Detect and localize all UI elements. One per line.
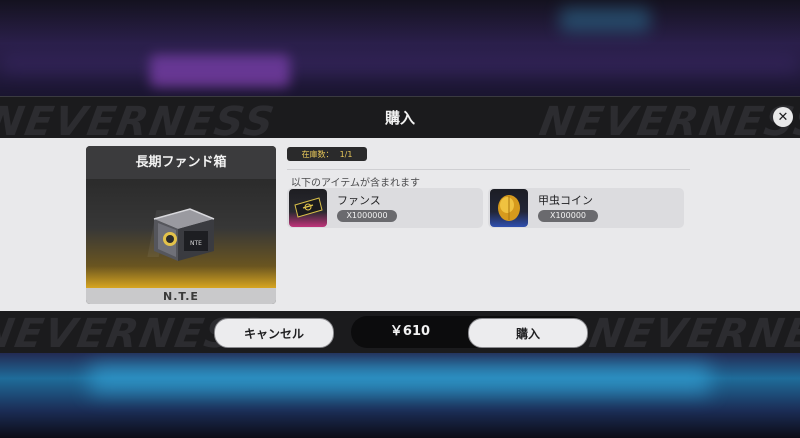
bg-glow <box>90 364 710 394</box>
buy-button[interactable]: 購入 <box>468 318 588 348</box>
stock-badge: 在庫数： 1/1 <box>287 147 367 161</box>
background-bottom <box>0 346 800 438</box>
product-art: N NTE <box>86 179 276 288</box>
stock-label: 在庫数： <box>301 149 334 159</box>
product-brand: N.T.E <box>86 288 276 304</box>
bg-glow <box>560 8 650 32</box>
fans-ticket-icon <box>289 189 327 227</box>
dialog-title: 購入 <box>384 109 415 127</box>
loot-box-icon: NTE <box>153 208 215 261</box>
stock-value: 1/1 <box>339 149 353 159</box>
price: ￥610 <box>389 324 431 339</box>
product-card: 長期ファンド箱 N NTE N.T.E <box>86 146 276 304</box>
includes-label: 以下のアイテムが含まれます <box>291 178 420 189</box>
divider <box>287 169 690 170</box>
cancel-button[interactable]: キャンセル <box>214 318 334 348</box>
item-name: ファンス <box>337 194 381 207</box>
close-button[interactable]: ✕ <box>773 107 793 127</box>
beetle-coin-icon <box>490 189 528 227</box>
dialog-title-bar: NEVERNESS NEVERNESS 購入 <box>0 96 800 139</box>
close-icon: ✕ <box>777 109 789 125</box>
item-name: 甲虫コイン <box>538 194 593 207</box>
background-watermark: NEVERNESS <box>585 311 800 353</box>
item-quantity: X100000 <box>538 210 598 222</box>
item-quantity: X1000000 <box>337 210 397 222</box>
bg-glow <box>0 60 800 70</box>
content-item[interactable]: 甲虫コイン X100000 <box>488 188 684 228</box>
background-top <box>0 0 800 96</box>
svg-text:NTE: NTE <box>190 240 202 247</box>
content-item[interactable]: ファンス X1000000 <box>287 188 483 228</box>
product-name: 長期ファンド箱 <box>86 146 276 179</box>
